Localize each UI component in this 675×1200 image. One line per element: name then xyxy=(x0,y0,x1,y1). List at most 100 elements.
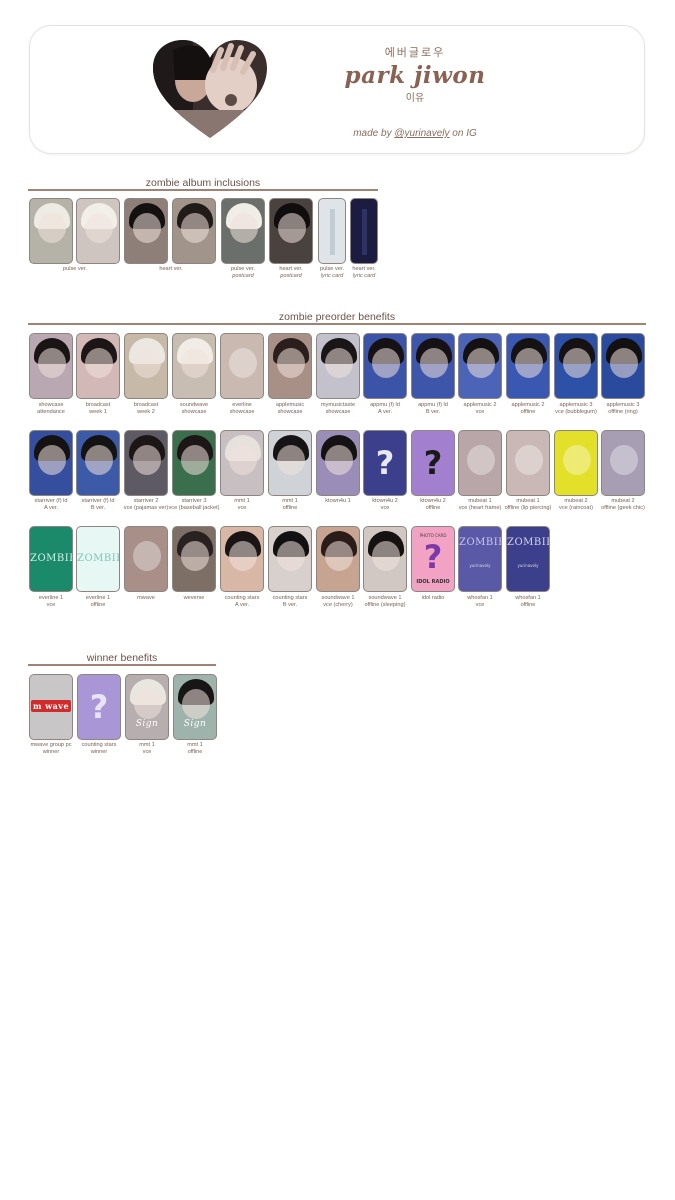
card-caption: applemusic 2 offline xyxy=(502,402,554,415)
card-caption-line1: mwave group pc xyxy=(30,742,72,748)
preorder-photocard xyxy=(268,430,312,496)
card-caption-line2: offline (ring) xyxy=(608,408,638,415)
card-caption: applemusic 3 offline (ring) xyxy=(597,402,649,415)
preorder-photocard: ZOMBIE yurinavely xyxy=(458,526,502,592)
card-caption-line2: vce (raincoat) xyxy=(559,504,593,511)
card-caption: mymusictaste showcase xyxy=(312,402,364,415)
winner-photocard: Sign xyxy=(125,674,169,740)
preorder-photocard xyxy=(601,430,645,496)
preorder-photocard xyxy=(411,333,455,399)
photocard-face xyxy=(563,445,591,475)
preorder-photocard xyxy=(29,333,73,399)
heart-photo xyxy=(153,40,267,140)
member-name-korean: 이유 xyxy=(405,93,425,104)
card-caption-line2: A ver. xyxy=(378,408,392,415)
photocard-face xyxy=(229,445,257,475)
photocard-face xyxy=(277,348,305,378)
preorder-photocard xyxy=(363,526,407,592)
photocard-face xyxy=(278,213,306,243)
card-caption-line2: A ver. xyxy=(44,504,58,511)
card-caption-line2: offline (geek chic) xyxy=(601,504,645,511)
photocard-face xyxy=(229,541,257,571)
card-caption: mmt 1 vce xyxy=(121,742,173,755)
photocard-face xyxy=(181,445,209,475)
preorder-photocard xyxy=(220,333,264,399)
preorder-photocard xyxy=(124,430,168,496)
photocard-face xyxy=(277,445,305,475)
zombie-logo: ZOMBIE xyxy=(507,537,550,548)
photocard-face xyxy=(467,348,495,378)
card-caption: soundwave showcase xyxy=(168,402,220,415)
credit-handle-link[interactable]: @yurinavely xyxy=(394,128,449,139)
card-caption: starriver 2 vce (pajamas ver) xyxy=(119,498,173,511)
question-mark-icon: ? xyxy=(375,444,395,482)
preorder-photocard xyxy=(554,333,598,399)
card-caption-line2: B ver. xyxy=(282,601,298,608)
card-caption-line2: showcase xyxy=(277,408,303,415)
question-mark-icon: ? xyxy=(423,444,443,482)
preorder-photocard: ZOMBIE yurinavely xyxy=(506,526,550,592)
card-caption: applemusic 3 vce (bubblegum) xyxy=(550,402,602,415)
preorder-photocard xyxy=(220,526,264,592)
photocard-face xyxy=(515,348,543,378)
photocard-face xyxy=(133,541,161,571)
preorder-photocard xyxy=(363,333,407,399)
photocard-face xyxy=(38,445,66,475)
card-caption: applemusic 2 vce xyxy=(454,402,506,415)
photocard-face xyxy=(325,445,353,475)
photocard-face xyxy=(134,689,162,719)
card-caption-line2: offline xyxy=(520,408,536,415)
preorder-photocard xyxy=(76,333,120,399)
card-caption: ktown4u 2 offline xyxy=(406,498,460,511)
lyric-card xyxy=(350,198,378,264)
card-caption: whosfan 1 offline xyxy=(501,595,555,608)
photocard-face xyxy=(277,541,305,571)
preorder-photocard xyxy=(458,333,502,399)
idol-radio-logo: IDOL RADIO xyxy=(416,579,450,585)
card-caption-line2: A ver. xyxy=(235,601,249,608)
card-caption: counting stars B ver. xyxy=(263,595,317,608)
album-photocard xyxy=(172,198,216,264)
card-caption-line1: idol radio xyxy=(421,595,445,601)
watermark-text: yurinavely xyxy=(517,563,539,568)
card-caption-line2: vce (pajamas ver) xyxy=(123,504,169,511)
photocard-face xyxy=(325,541,353,571)
preorder-photocard xyxy=(172,526,216,592)
card-caption-line2: offline xyxy=(90,601,106,608)
card-caption: ktown4u 1 xyxy=(311,498,365,505)
preorder-photocard xyxy=(458,430,502,496)
card-caption: mwave group pc winner xyxy=(25,742,77,755)
photocard-face xyxy=(181,348,209,378)
card-caption: heart ver. xyxy=(146,266,196,273)
card-caption-line2: offline xyxy=(520,601,536,608)
card-caption: mmt 1 vce xyxy=(215,498,269,511)
card-caption: mmt 1 offline xyxy=(263,498,317,511)
card-caption-line2: vce xyxy=(475,601,485,608)
photocard-face xyxy=(563,348,591,378)
card-caption: mubeat 1 offline (lip piercing) xyxy=(501,498,555,511)
preorder-photocard xyxy=(316,526,360,592)
preorder-photocard xyxy=(268,526,312,592)
album-photocard xyxy=(221,198,265,264)
mwave-logo: m wave xyxy=(30,700,72,712)
section-divider-album xyxy=(28,189,378,191)
card-caption: heart ver. lyric card xyxy=(344,266,384,279)
question-mark-icon: ? xyxy=(423,538,443,576)
preorder-photocard: ? xyxy=(411,430,455,496)
card-caption-line2: week 1 xyxy=(89,408,107,415)
member-name: park jiwon xyxy=(344,62,486,89)
card-caption-line2: lyric card xyxy=(352,272,376,279)
card-caption: starriver (f) ld A ver. xyxy=(24,498,78,511)
card-caption: pulse ver. xyxy=(50,266,100,273)
preorder-photocard xyxy=(29,430,73,496)
winner-photocard: ? xyxy=(77,674,121,740)
photocard-face xyxy=(38,213,66,243)
preorder-photocard xyxy=(506,430,550,496)
card-caption-line2: offline (lip piercing) xyxy=(504,504,552,511)
card-caption-line2: showcase xyxy=(229,408,255,415)
card-caption: counting stars A ver. xyxy=(215,595,269,608)
lyric-stripe xyxy=(362,209,367,255)
card-caption: whosfan 1 vce xyxy=(453,595,507,608)
photocard-face xyxy=(325,348,353,378)
card-caption-line2: attendance xyxy=(37,408,65,415)
